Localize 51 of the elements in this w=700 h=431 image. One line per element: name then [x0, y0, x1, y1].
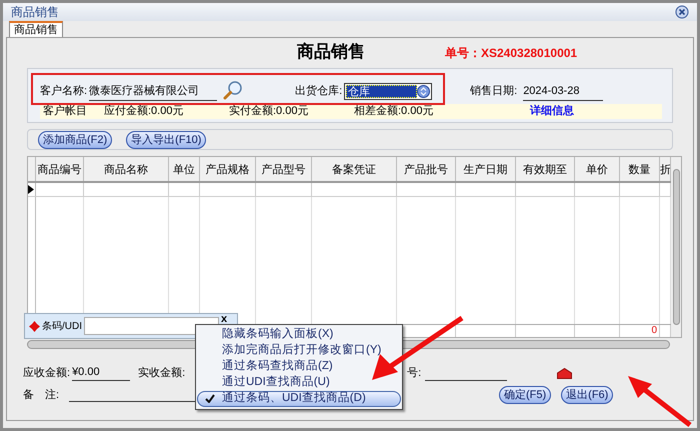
menu-item[interactable]: 通过条码查找商品(Z) [197, 359, 401, 375]
total-quantity: 0 [651, 325, 657, 336]
field-label: 号: [407, 366, 422, 380]
toolbar-button[interactable]: 添加商品(F2) [38, 130, 112, 148]
field-label: 客户名称: [40, 84, 88, 98]
vertical-scrollbar[interactable] [671, 157, 681, 337]
order-number: 单号：XS240328010001 [445, 45, 578, 62]
check-icon [205, 394, 215, 404]
house-icon[interactable] [557, 368, 572, 379]
dialog-button[interactable]: 确定(F5) [499, 386, 552, 404]
close-icon[interactable] [675, 5, 689, 19]
field-label: 实收金额: [138, 366, 186, 380]
arrow-drawing [628, 376, 692, 427]
dialog-button[interactable]: 退出(F6) [561, 386, 614, 404]
field-label: 应收金额: [23, 366, 70, 380]
page-heading: 商品销售 [297, 41, 365, 64]
difference-amount: 相差金额:0.00元 [354, 104, 434, 120]
toolbar-button[interactable]: 导入导出(F10) [126, 130, 206, 148]
column-header[interactable]: 商品名称 [84, 157, 169, 181]
ledger-label: 客户帐目 [43, 104, 87, 120]
details-link[interactable]: 详细信息 [530, 103, 574, 120]
customer-field[interactable]: 微泰医疗器械有限公司 [89, 82, 218, 101]
column-header[interactable]: 备案凭证 [312, 157, 397, 181]
window-title: 商品销售 [11, 4, 59, 21]
panel-close-button[interactable]: x [221, 314, 228, 324]
field-label: 销售日期: [470, 84, 518, 98]
menu-item[interactable]: 通过UDI查找商品(U) [197, 375, 401, 391]
column-header[interactable]: 产品规格 [200, 157, 256, 181]
column-header[interactable]: 有效期至 [516, 157, 575, 181]
warehouse-dropdown[interactable]: 仓库 [344, 83, 432, 100]
field-label: 备 注: [23, 388, 60, 403]
menu-item[interactable]: 隐藏条码输入面板(X) [197, 327, 401, 343]
column-header[interactable]: 单价 [575, 157, 620, 181]
row-pointer-icon [28, 185, 34, 194]
paid-amount: 实付金额:0.00元 [229, 104, 310, 120]
column-header[interactable]: 单位 [169, 157, 200, 181]
payable-amount: 应付金额:0.00元 [104, 104, 184, 120]
column-header[interactable]: 商品编号 [36, 157, 84, 181]
field-label: 出货仓库: [295, 84, 342, 98]
column-header[interactable]: 产品型号 [256, 157, 312, 181]
barcode-label: 条码/UDI [42, 320, 82, 334]
dropdown-icon[interactable] [417, 85, 430, 98]
column-header[interactable]: 生产日期 [456, 157, 516, 181]
tab[interactable]: 商品销售 [9, 21, 63, 37]
menu-item[interactable]: 添加完商品后打开修改窗口(Y) [197, 343, 401, 359]
column-header[interactable]: 数量 [620, 157, 660, 181]
date-field[interactable]: 2024-03-28 [523, 82, 604, 101]
column-header[interactable]: 产品批号 [397, 157, 456, 181]
menu-item[interactable]: 通过条码、UDI查找商品(D) [197, 391, 401, 407]
receivable-field[interactable]: ¥0.00 [72, 364, 130, 381]
search-icon[interactable] [223, 80, 244, 100]
